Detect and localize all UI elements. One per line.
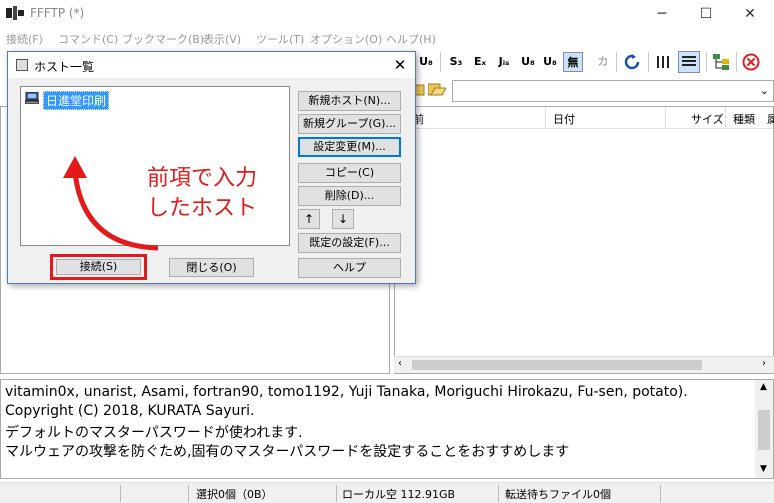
log-line: マルウェアの攻撃を防ぐため,固有のマスターパスワードを設定することをおすすめしま… bbox=[5, 444, 570, 460]
detail-view-button[interactable] bbox=[678, 51, 700, 73]
maximize-button[interactable]: ☐ bbox=[686, 0, 726, 28]
column-divider bbox=[665, 107, 666, 129]
new-host-button[interactable]: 新規ホスト(N)... bbox=[298, 91, 401, 111]
column-size[interactable]: サイズ bbox=[691, 111, 724, 127]
window-title: FFFTP (*) bbox=[30, 6, 85, 20]
chevron-down-icon: ⌄ bbox=[759, 84, 769, 97]
toolbar-utf8-button[interactable]: U₈ bbox=[416, 52, 436, 72]
column-attr[interactable]: 属 bbox=[767, 111, 774, 127]
host-label[interactable]: 日進堂印刷 bbox=[43, 91, 110, 110]
delete-button[interactable]: 削除(D)... bbox=[298, 186, 401, 206]
remote-file-list[interactable]: 前 日付 サイズ 種類 属 bbox=[394, 106, 774, 374]
status-divider bbox=[188, 485, 189, 502]
remote-horizontal-scrollbar[interactable]: ‹ › bbox=[394, 356, 774, 373]
dialog-close-button[interactable]: ✕ bbox=[388, 54, 412, 76]
menu-options[interactable]: オプション(O) bbox=[310, 31, 382, 47]
sync-tree-icon[interactable] bbox=[712, 53, 730, 71]
toolbar-jis-button[interactable]: Jᵢₛ bbox=[494, 52, 514, 72]
ffftp-app-icon bbox=[6, 6, 24, 20]
refresh-icon[interactable] bbox=[624, 54, 640, 70]
help-button[interactable]: ヘルプ bbox=[298, 258, 401, 278]
scroll-up-icon[interactable]: ▲ bbox=[760, 382, 767, 392]
toolbar-separator bbox=[648, 52, 649, 72]
remote-path-combobox[interactable]: ⌄ bbox=[452, 80, 774, 102]
toolbar-utf8bom-button[interactable]: U₈ bbox=[540, 52, 560, 72]
menu-bar: 接続(F) コマンド(C) ブックマーク(B) 表示(V) ツール(T) オプシ… bbox=[0, 28, 774, 48]
status-divider bbox=[336, 485, 337, 502]
annotation-text: 前項で入力 したホスト bbox=[147, 166, 258, 221]
column-type[interactable]: 種類 bbox=[733, 111, 755, 127]
toolbar-no-convert-button[interactable]: 無 bbox=[563, 52, 583, 72]
copy-button[interactable]: コピー(C) bbox=[298, 163, 401, 183]
stop-icon[interactable] bbox=[742, 53, 760, 71]
menu-connect[interactable]: 接続(F) bbox=[6, 31, 43, 47]
toolbar: U₈ S₃ Eₓ Jᵢₛ U₈ U₈ 無 カ bbox=[410, 48, 774, 76]
connect-button[interactable]: 接続(S) bbox=[56, 259, 141, 275]
toolbar-separator bbox=[440, 52, 441, 72]
default-settings-button[interactable]: 既定の設定(F)... bbox=[298, 233, 401, 253]
toolbar-separator bbox=[736, 52, 737, 72]
remote-list-header: 前 日付 サイズ 種類 属 bbox=[395, 107, 774, 129]
edit-settings-button[interactable]: 設定変更(M)... bbox=[298, 137, 401, 157]
menu-help[interactable]: ヘルプ(H) bbox=[386, 31, 436, 47]
new-group-button[interactable]: 新規グループ(G)... bbox=[298, 114, 401, 134]
status-selection: 選択0個（0B） bbox=[196, 488, 273, 501]
log-vertical-scrollbar[interactable]: ▲ ▼ bbox=[755, 380, 773, 478]
scroll-down-icon[interactable]: ▼ bbox=[760, 464, 767, 474]
minimize-button[interactable]: ─ bbox=[642, 0, 682, 28]
move-down-button[interactable]: ↓ bbox=[332, 209, 354, 229]
status-divider bbox=[498, 485, 499, 502]
connect-highlight-box: 接続(S) bbox=[50, 254, 147, 280]
toolbar-separator bbox=[616, 52, 617, 72]
toolbar-sjis-button[interactable]: S₃ bbox=[446, 52, 466, 72]
toolbar-utf8n-button[interactable]: U₈ bbox=[518, 52, 538, 72]
title-bar: FFFTP (*) ─ ☐ ✕ bbox=[0, 0, 774, 28]
log-line: デフォルトのマスターパスワードが使われます. bbox=[5, 425, 303, 441]
log-area[interactable]: vitamin0x, unarist, Asami, fortran90, to… bbox=[0, 379, 774, 479]
column-divider bbox=[725, 107, 726, 129]
toolbar-euc-button[interactable]: Eₓ bbox=[470, 52, 490, 72]
close-button[interactable]: ✕ bbox=[730, 0, 770, 28]
menu-tools[interactable]: ツール(T) bbox=[256, 31, 304, 47]
dialog-title: ホスト一覧 bbox=[34, 60, 95, 74]
host-list-dialog: ホスト一覧 ✕ 日進堂印刷 新規ホスト(N)... 新規グループ(G)... 設… bbox=[7, 51, 416, 284]
scroll-thumb[interactable] bbox=[758, 410, 770, 450]
menu-command[interactable]: コマンド(C) bbox=[58, 31, 118, 47]
dialog-window-icon bbox=[16, 59, 28, 71]
menu-bookmark[interactable]: ブックマーク(B) bbox=[122, 31, 204, 47]
menu-view[interactable]: 表示(V) bbox=[203, 31, 241, 47]
log-line: Copyright (C) 2018, KURATA Sayuri. bbox=[5, 403, 255, 419]
computer-icon bbox=[25, 92, 39, 104]
scroll-right-icon[interactable]: › bbox=[762, 358, 766, 369]
scroll-thumb[interactable] bbox=[412, 360, 702, 370]
list-view-icon[interactable] bbox=[656, 54, 672, 70]
close-dialog-button[interactable]: 閉じる(O) bbox=[169, 258, 254, 277]
toolbar-kana-button[interactable]: カ bbox=[593, 52, 613, 72]
dialog-title-bar: ホスト一覧 ✕ bbox=[8, 52, 415, 78]
status-bar: 選択0個（0B） ローカル空 112.91GB 転送待ちファイル0個 bbox=[0, 482, 774, 503]
status-queue: 転送待ちファイル0個 bbox=[505, 488, 611, 501]
detail-view-icon bbox=[682, 56, 696, 66]
status-divider bbox=[120, 485, 121, 502]
remote-open-folder-icon[interactable] bbox=[428, 82, 446, 96]
scroll-left-icon[interactable]: ‹ bbox=[398, 358, 402, 369]
move-up-button[interactable]: ↑ bbox=[298, 209, 320, 229]
status-local-free: ローカル空 112.91GB bbox=[342, 488, 456, 501]
column-date[interactable]: 日付 bbox=[553, 111, 575, 127]
status-divider bbox=[660, 485, 661, 502]
log-line: vitamin0x, unarist, Asami, fortran90, to… bbox=[5, 384, 688, 400]
column-divider bbox=[545, 107, 546, 129]
toolbar-separator bbox=[706, 52, 707, 72]
